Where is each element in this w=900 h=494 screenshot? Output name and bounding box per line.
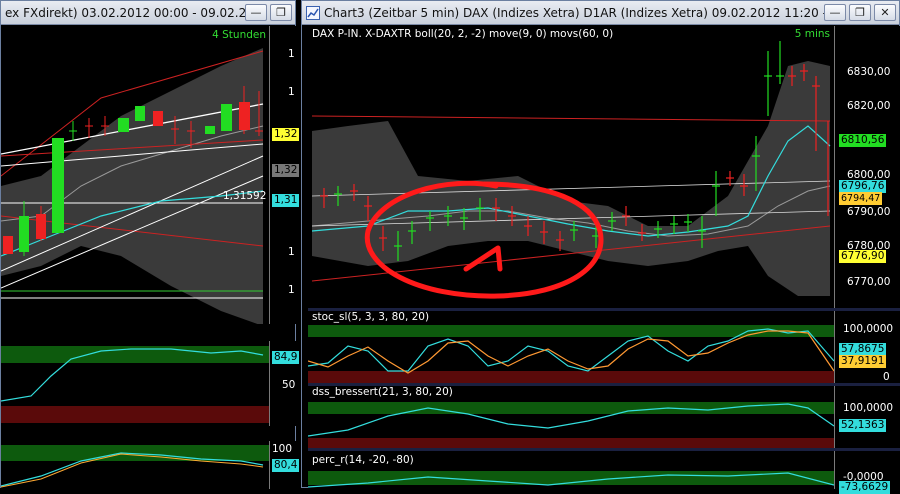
close-icon: ✕ (880, 6, 890, 19)
left-price-tag-yellow: 1,32 (272, 128, 300, 141)
price-axis-label: 6830,00 (847, 66, 891, 78)
stoc-panel[interactable]: stoc_sl(5, 3, 3, 80, 20) (308, 311, 834, 383)
left-price-tag-cyan: 1,31 (272, 194, 300, 207)
dss-plot (308, 402, 834, 448)
stoc-plot (308, 325, 834, 383)
dss-axis: 100,0000 52,1363 (834, 386, 900, 448)
left-titlebar[interactable]: ex FXdirekt) 03.02.2012 00:00 - 09.02.20… (1, 1, 295, 25)
stoc-axis-top: 100,0000 (843, 323, 894, 335)
right-price-panel[interactable]: DAX P-IN. X-DAXTR boll(20, 2, -2) move(9… (308, 26, 834, 308)
left-price-panel[interactable]: 4 Stunden 1,31592 (1, 26, 269, 324)
left-osc-tag-cyan: 84,9 (272, 351, 300, 364)
perc-plot (308, 471, 834, 488)
left-oscillator2-panel[interactable] (1, 441, 269, 489)
left-oscillator2-plot (1, 445, 269, 488)
left-chart-window[interactable]: ex FXdirekt) 03.02.2012 00:00 - 09.02.20… (0, 0, 300, 489)
price-tag-green: 6810,56 (839, 134, 887, 147)
price-axis-label: 6790,00 (847, 206, 891, 218)
dss-axis-top: 100,0000 (843, 402, 894, 414)
right-window-title: Chart3 (Zeitbar 5 min) DAX (Indizes Xetr… (324, 5, 824, 20)
left-price-tag-gray: 1,32 (272, 164, 300, 177)
left-axis-label: 1 (288, 284, 295, 296)
left-level-label: 1,31592 (223, 190, 267, 202)
restore-button[interactable]: ❐ (270, 4, 292, 21)
stoc-axis: 100,0000 57,8675 37,9191 0 (834, 311, 900, 383)
minimize-icon: — (250, 6, 262, 19)
left-oscillator-plot (1, 346, 269, 423)
left-price-axis[interactable]: 1 1 1,32 1,32 1,31 1 1 (269, 26, 300, 324)
price-axis-label: 6820,00 (847, 100, 891, 112)
dss-panel[interactable]: dss_bressert(21, 3, 80, 20) (308, 386, 834, 448)
stoc-tag-yellow: 37,9191 (839, 355, 887, 368)
right-price-axis[interactable]: 6830,00 6820,00 6810,56 6800,00 6796,76 … (834, 26, 900, 308)
perc-panel[interactable]: perc_r(14, -20, -80) (308, 451, 834, 489)
price-axis-label: 6770,00 (847, 276, 891, 288)
annotation-arrow (463, 245, 503, 272)
restore-icon: ❐ (855, 6, 865, 19)
restore-button[interactable]: ❐ (849, 4, 871, 21)
perc-axis: -0,0000 -73,6629 (834, 451, 900, 494)
left-window-title: ex FXdirekt) 03.02.2012 00:00 - 09.02.20… (5, 5, 245, 20)
right-chart-window[interactable]: Chart3 (Zeitbar 5 min) DAX (Indizes Xetr… (301, 0, 900, 494)
stoc-axis-bottom: 0 (883, 371, 890, 383)
left-osc-tick: 50 (282, 379, 296, 391)
minimize-icon: — (829, 6, 841, 19)
right-price-plot (311, 41, 831, 299)
right-titlebar[interactable]: Chart3 (Zeitbar 5 min) DAX (Indizes Xetr… (302, 1, 899, 25)
dss-tag-cyan: 52,1363 (839, 419, 887, 432)
left-osc2-top: 100 (272, 443, 293, 455)
restore-icon: ❐ (276, 6, 286, 19)
left-osc2-tag-cyan: 80,4 (272, 459, 300, 472)
chart-icon (306, 5, 320, 20)
close-button[interactable]: ✕ (874, 4, 896, 21)
left-axis-label: 1 (288, 48, 295, 60)
left-axis-label: 1 (288, 86, 295, 98)
left-oscillator-axis: 84,9 50 (269, 341, 300, 426)
minimize-button[interactable]: — (245, 4, 267, 21)
price-tag-yellow-small: 6794,47 (839, 192, 883, 205)
left-oscillator-panel[interactable] (1, 341, 269, 426)
left-price-plot (1, 48, 264, 324)
left-axis-label: 1 (288, 246, 295, 258)
left-oscillator2-axis: 100 80,4 (269, 441, 300, 489)
price-tag-yellow: 6776,90 (839, 250, 887, 263)
minimize-button[interactable]: — (824, 4, 846, 21)
